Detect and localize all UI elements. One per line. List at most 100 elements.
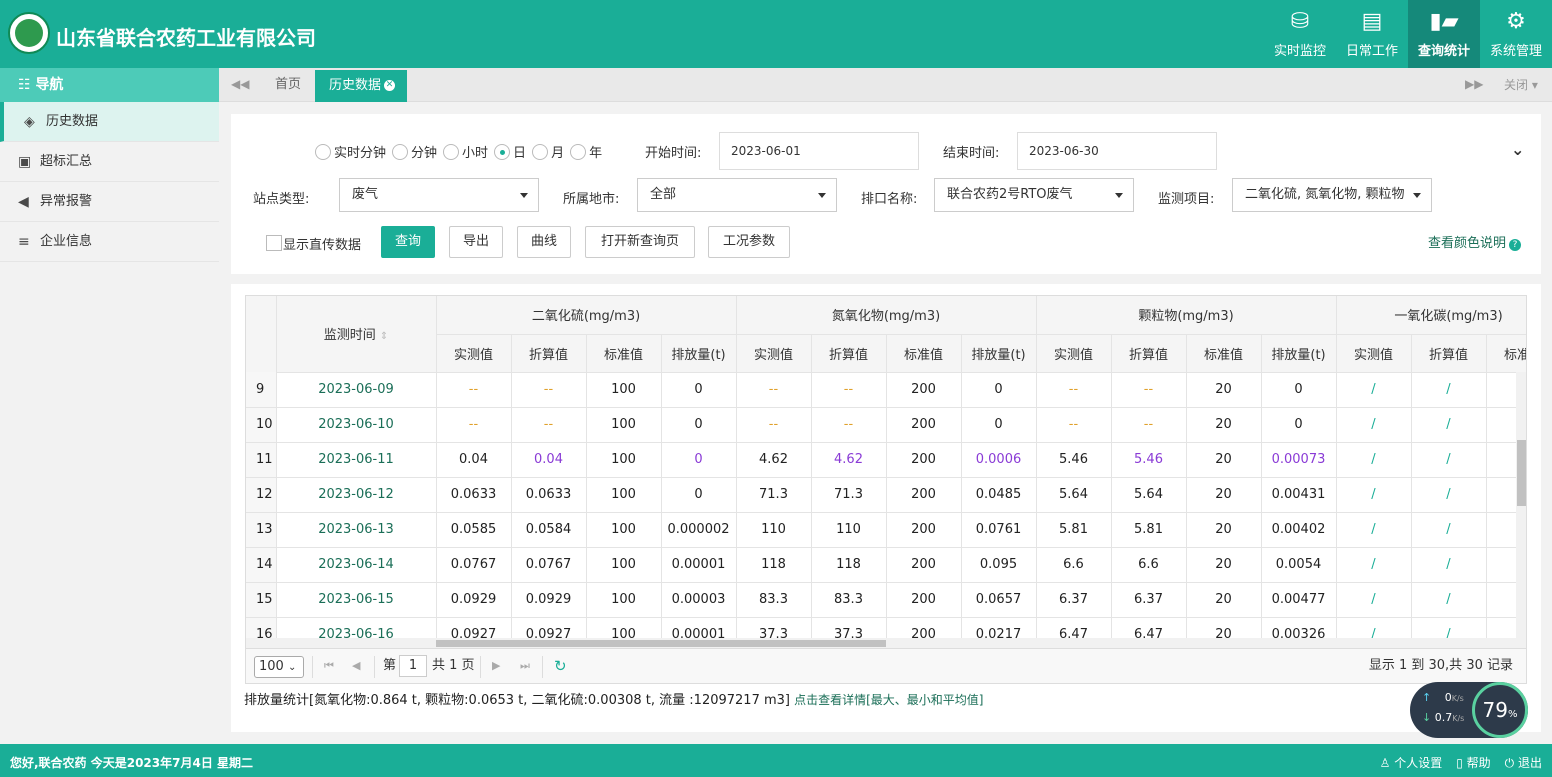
monitor-item-select[interactable]: 二氧化硫, 氮氧化物, 颗粒物 [1232, 178, 1432, 212]
table-cell: 200 [886, 407, 962, 443]
prev-page-icon[interactable]: ◀ [352, 649, 360, 683]
sidebar-item-alarm[interactable]: ◀ 异常报警 [0, 182, 219, 222]
table-cell: -- [511, 372, 587, 408]
table-cell [1486, 407, 1516, 443]
table-cell: / [1336, 477, 1412, 513]
row-index: 11 [246, 442, 277, 478]
scrollbar-thumb[interactable] [1517, 440, 1526, 506]
close-tabs-dropdown[interactable]: 关闭 ▾ [1504, 68, 1538, 102]
page-prefix: 第 [383, 658, 397, 673]
table-row[interactable]: 10 2023-06-10 -- -- 100 0 -- -- 200 0 -- -- 20 0// [246, 407, 1516, 443]
radio-minute[interactable]: 分钟 [392, 142, 437, 161]
nav-query-stats[interactable]: ▮▰ 查询统计 [1408, 0, 1480, 68]
table-row[interactable]: 15 2023-06-15 0.0929 0.0929 100 0.00003 83.3 83… [246, 582, 1516, 618]
table-cell: 6.47 [1111, 617, 1187, 638]
table-row[interactable]: 12 2023-06-12 0.0633 0.0633 100 0 71.3 71.3 200 0… [246, 477, 1516, 513]
table-cell: 110 [811, 512, 887, 548]
start-time-input[interactable]: 2023-06-01 [719, 132, 919, 170]
emission-stats: 排放量统计[氮氧化物:0.864 t, 颗粒物:0.0653 t, 二氧化硫:0… [244, 689, 984, 708]
help-link[interactable]: ▯ 帮助 [1456, 754, 1490, 771]
open-new-query-button[interactable]: 打开新查询页 [585, 226, 695, 258]
tab-home[interactable]: 首页 [275, 68, 301, 102]
radio-month[interactable]: 月 [532, 142, 564, 161]
sidebar-item-exceed[interactable]: ▣ 超标汇总 [0, 142, 219, 182]
tab-scroll-left-icon[interactable]: ◀◀ [231, 77, 249, 91]
export-button[interactable]: 导出 [449, 226, 503, 258]
table-cell: / [1336, 512, 1412, 548]
network-speed-widget[interactable]: ↑ 0K/s ↓ 0.7K/s 79% [1410, 682, 1528, 738]
query-button[interactable]: 查询 [381, 226, 435, 258]
work-params-button[interactable]: 工况参数 [708, 226, 790, 258]
sub-header: 折算值 [511, 334, 587, 373]
time-header[interactable]: 监测时间 ⇕ [276, 296, 437, 373]
table-cell: / [1411, 372, 1487, 408]
scrollbar-thumb[interactable] [436, 640, 886, 647]
logout-link[interactable]: ⏻ 退出 [1505, 754, 1542, 771]
personal-settings-link[interactable]: ♙ 个人设置 [1380, 754, 1443, 771]
refresh-icon[interactable]: ↻ [554, 649, 567, 683]
table-cell: 20 [1186, 617, 1262, 638]
stats-detail-link[interactable]: 点击查看详情[最大、最小和平均值] [794, 693, 983, 707]
table-row[interactable]: 16 2023-06-16 0.0927 0.0927 100 0.00001 37.3 37… [246, 617, 1516, 638]
row-index: 12 [246, 477, 277, 513]
show-direct-checkbox[interactable] [266, 235, 282, 251]
row-date: 2023-06-09 [276, 372, 437, 408]
table-cell [1486, 442, 1516, 478]
divider [374, 656, 375, 678]
sidebar-item-company[interactable]: ≡ 企业信息 [0, 222, 219, 262]
page-number-input[interactable]: 1 [399, 655, 427, 677]
table-cell: 0.0217 [961, 617, 1037, 638]
last-page-icon[interactable]: ⏭ [520, 649, 530, 683]
table-cell: 0.00402 [1261, 512, 1337, 548]
tab-scroll-right-icon[interactable]: ▶▶ [1465, 77, 1483, 91]
radio-circle [315, 143, 331, 160]
radio-year[interactable]: 年 [570, 142, 602, 161]
table-cell: 6.6 [1036, 547, 1112, 583]
close-icon[interactable]: ✕ [384, 80, 396, 91]
radio-day[interactable]: 日 [494, 142, 526, 161]
table-cell: 20 [1186, 407, 1262, 443]
nav-system-admin[interactable]: ⚙ 系统管理 [1480, 0, 1552, 68]
table-row[interactable]: 14 2023-06-14 0.0767 0.0767 100 0.00001 118 118… [246, 547, 1516, 583]
layers-icon: ◈ [24, 114, 35, 130]
end-time-input[interactable]: 2023-06-30 [1017, 132, 1217, 170]
table-row[interactable]: 13 2023-06-13 0.0585 0.0584 100 0.000002 110 11… [246, 512, 1516, 548]
sidebar-item-history[interactable]: ◈ 历史数据 [0, 102, 219, 142]
table-cell: 0.0929 [436, 582, 512, 618]
vertical-scrollbar[interactable] [1516, 372, 1526, 638]
nav-daily-work[interactable]: ▤ 日常工作 [1336, 0, 1408, 68]
radio-realtime-minute[interactable]: 实时分钟 [315, 142, 386, 161]
table-row[interactable]: 9 2023-06-09 -- -- 100 0 -- -- 200 0 -- -- 20 0// [246, 372, 1516, 408]
gear-icon: ⚙ [1506, 8, 1526, 34]
color-help-link[interactable]: 查看颜色说明? [1428, 232, 1522, 251]
table-row[interactable]: 11 2023-06-11 0.04 0.04 100 0 4.62 4.62 200 0.000… [246, 442, 1516, 478]
table-cell: 0.0585 [436, 512, 512, 548]
table-cell [1486, 617, 1516, 638]
end-time-label: 结束时间: [943, 146, 1000, 161]
index-header [246, 296, 277, 373]
question-icon: ? [1509, 239, 1522, 251]
table-cell: 4.62 [736, 442, 812, 478]
radio-hour[interactable]: 小时 [443, 142, 488, 161]
caret-down-icon [818, 193, 826, 198]
clipboard-icon: ▣ [18, 154, 32, 170]
row-date: 2023-06-14 [276, 547, 437, 583]
table-cell: -- [1111, 372, 1187, 408]
region-select[interactable]: 全部 [637, 178, 837, 212]
usage-unit: % [1507, 709, 1518, 720]
outlet-select[interactable]: 联合农药2号RTO废气 [934, 178, 1134, 212]
site-type-select[interactable]: 废气 [339, 178, 539, 212]
collapse-chevron-icon[interactable]: ⌄ [1511, 140, 1524, 159]
next-page-icon[interactable]: ▶ [492, 649, 500, 683]
radio-label: 小时 [462, 146, 489, 161]
personal-label: 个人设置 [1394, 756, 1443, 770]
sort-icon[interactable]: ⇕ [380, 331, 388, 342]
page-size-select[interactable]: 100 ⌄ [254, 656, 304, 678]
first-page-icon[interactable]: ⏮ [324, 649, 334, 683]
tab-history[interactable]: 历史数据 ✕ [315, 70, 407, 102]
horizontal-scrollbar[interactable] [246, 638, 1526, 648]
table-cell: 0.0657 [961, 582, 1037, 618]
curve-button[interactable]: 曲线 [517, 226, 571, 258]
nav-realtime-monitor[interactable]: ⛁ 实时监控 [1264, 0, 1336, 68]
start-time-label: 开始时间: [645, 146, 702, 161]
